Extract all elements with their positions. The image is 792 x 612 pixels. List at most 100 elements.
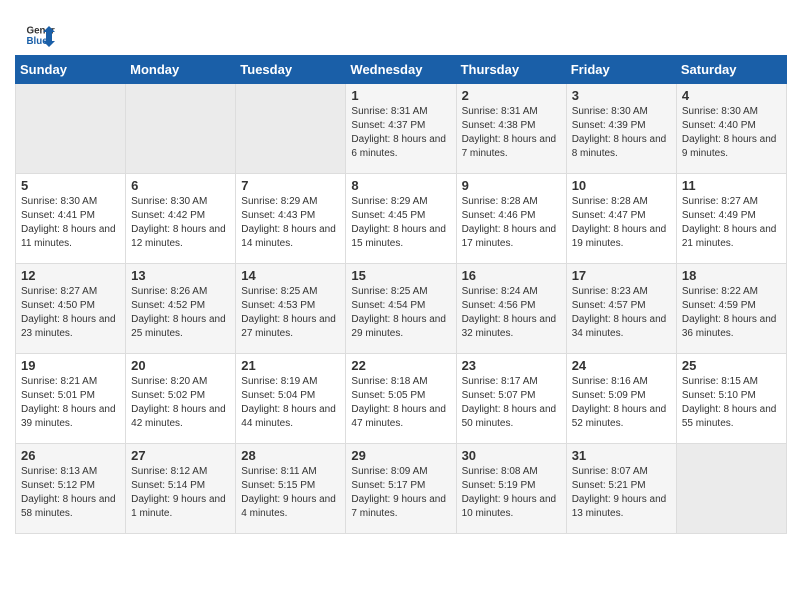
day-number: 10 (572, 178, 671, 193)
day-number: 25 (682, 358, 781, 373)
day-number: 12 (21, 268, 120, 283)
day-number: 6 (131, 178, 230, 193)
calendar-cell (236, 84, 346, 174)
logo: General Blue (25, 20, 55, 50)
calendar-cell: 3 Sunrise: 8:30 AM Sunset: 4:39 PM Daylig… (566, 84, 676, 174)
day-number: 14 (241, 268, 340, 283)
day-number: 5 (21, 178, 120, 193)
calendar-cell: 21 Sunrise: 8:19 AM Sunset: 5:04 PM Dayli… (236, 354, 346, 444)
day-number: 1 (351, 88, 450, 103)
day-number: 9 (462, 178, 561, 193)
calendar-cell: 16 Sunrise: 8:24 AM Sunset: 4:56 PM Dayli… (456, 264, 566, 354)
day-info: Sunrise: 8:28 AM Sunset: 4:47 PM Dayligh… (572, 195, 671, 251)
day-info: Sunrise: 8:18 AM Sunset: 5:05 PM Dayligh… (351, 375, 450, 431)
calendar-week-2: 5 Sunrise: 8:30 AM Sunset: 4:41 PM Daylig… (16, 174, 787, 264)
calendar-cell: 13Sunrise: 8:26 AM Sunset: 4:52 PM Dayli… (126, 264, 236, 354)
calendar-cell: 10 Sunrise: 8:28 AM Sunset: 4:47 PM Dayli… (566, 174, 676, 264)
calendar-cell: 8Sunrise: 8:29 AM Sunset: 4:45 PM Daylig… (346, 174, 456, 264)
calendar-cell: 12 Sunrise: 8:27 AM Sunset: 4:50 PM Dayli… (16, 264, 126, 354)
day-number: 19 (21, 358, 120, 373)
calendar-week-3: 12 Sunrise: 8:27 AM Sunset: 4:50 PM Dayli… (16, 264, 787, 354)
day-number: 29 (351, 448, 450, 463)
calendar-cell: 31 Sunrise: 8:07 AM Sunset: 5:21 PM Dayli… (566, 444, 676, 534)
day-info: Sunrise: 8:09 AM Sunset: 5:17 PM Dayligh… (351, 465, 450, 521)
day-number: 23 (462, 358, 561, 373)
day-number: 11 (682, 178, 781, 193)
calendar-cell: 17 Sunrise: 8:23 AM Sunset: 4:57 PM Dayli… (566, 264, 676, 354)
calendar-cell: 28Sunrise: 8:11 AM Sunset: 5:15 PM Dayli… (236, 444, 346, 534)
calendar-cell: 27 Sunrise: 8:12 AM Sunset: 5:14 PM Dayli… (126, 444, 236, 534)
day-number: 31 (572, 448, 671, 463)
calendar-cell: 20 Sunrise: 8:20 AM Sunset: 5:02 PM Dayli… (126, 354, 236, 444)
calendar-cell: 11 Sunrise: 8:27 AM Sunset: 4:49 PM Dayli… (676, 174, 786, 264)
day-info: Sunrise: 8:30 AM Sunset: 4:39 PM Dayligh… (572, 105, 671, 161)
calendar: SundayMondayTuesdayWednesdayThursdayFrid… (15, 55, 787, 534)
header: General Blue (10, 10, 782, 55)
day-number: 21 (241, 358, 340, 373)
day-info: Sunrise: 8:12 AM Sunset: 5:14 PM Dayligh… (131, 465, 230, 521)
day-number: 22 (351, 358, 450, 373)
day-number: 2 (462, 88, 561, 103)
day-number: 24 (572, 358, 671, 373)
day-info: Sunrise: 8:25 AM Sunset: 4:54 PM Dayligh… (351, 285, 450, 341)
day-info: Sunrise: 8:24 AM Sunset: 4:56 PM Dayligh… (462, 285, 561, 341)
weekday-header-wednesday: Wednesday (346, 56, 456, 84)
day-info: Sunrise: 8:23 AM Sunset: 4:57 PM Dayligh… (572, 285, 671, 341)
calendar-cell: 2 Sunrise: 8:31 AM Sunset: 4:38 PM Daylig… (456, 84, 566, 174)
day-number: 16 (462, 268, 561, 283)
day-info: Sunrise: 8:29 AM Sunset: 4:43 PM Dayligh… (241, 195, 340, 251)
day-number: 20 (131, 358, 230, 373)
calendar-cell: 15 Sunrise: 8:25 AM Sunset: 4:54 PM Dayli… (346, 264, 456, 354)
weekday-header-sunday: Sunday (16, 56, 126, 84)
logo-icon: General Blue (25, 20, 55, 50)
weekday-header-thursday: Thursday (456, 56, 566, 84)
calendar-cell: 18 Sunrise: 8:22 AM Sunset: 4:59 PM Dayli… (676, 264, 786, 354)
day-number: 3 (572, 88, 671, 103)
calendar-cell: 1 Sunrise: 8:31 AM Sunset: 4:37 PM Daylig… (346, 84, 456, 174)
day-info: Sunrise: 8:31 AM Sunset: 4:38 PM Dayligh… (462, 105, 561, 161)
calendar-cell: 19 Sunrise: 8:21 AM Sunset: 5:01 PM Dayli… (16, 354, 126, 444)
calendar-cell (676, 444, 786, 534)
day-info: Sunrise: 8:29 AM Sunset: 4:45 PM Dayligh… (351, 195, 450, 251)
day-number: 18 (682, 268, 781, 283)
day-info: Sunrise: 8:30 AM Sunset: 4:40 PM Dayligh… (682, 105, 781, 161)
weekday-header-friday: Friday (566, 56, 676, 84)
weekday-header-row: SundayMondayTuesdayWednesdayThursdayFrid… (16, 56, 787, 84)
calendar-cell: 26Sunrise: 8:13 AM Sunset: 5:12 PM Dayli… (16, 444, 126, 534)
day-info: Sunrise: 8:31 AM Sunset: 4:37 PM Dayligh… (351, 105, 450, 161)
day-info: Sunrise: 8:16 AM Sunset: 5:09 PM Dayligh… (572, 375, 671, 431)
weekday-header-monday: Monday (126, 56, 236, 84)
day-info: Sunrise: 8:21 AM Sunset: 5:01 PM Dayligh… (21, 375, 120, 431)
day-number: 28 (241, 448, 340, 463)
day-info: Sunrise: 8:13 AM Sunset: 5:12 PM Dayligh… (21, 465, 120, 521)
day-number: 4 (682, 88, 781, 103)
day-info: Sunrise: 8:22 AM Sunset: 4:59 PM Dayligh… (682, 285, 781, 341)
calendar-cell: 23 Sunrise: 8:17 AM Sunset: 5:07 PM Dayli… (456, 354, 566, 444)
calendar-cell: 7 Sunrise: 8:29 AM Sunset: 4:43 PM Daylig… (236, 174, 346, 264)
day-info: Sunrise: 8:08 AM Sunset: 5:19 PM Dayligh… (462, 465, 561, 521)
day-number: 15 (351, 268, 450, 283)
day-info: Sunrise: 8:30 AM Sunset: 4:41 PM Dayligh… (21, 195, 120, 251)
day-info: Sunrise: 8:25 AM Sunset: 4:53 PM Dayligh… (241, 285, 340, 341)
calendar-cell: 6 Sunrise: 8:30 AM Sunset: 4:42 PM Daylig… (126, 174, 236, 264)
calendar-cell (126, 84, 236, 174)
weekday-header-tuesday: Tuesday (236, 56, 346, 84)
day-info: Sunrise: 8:30 AM Sunset: 4:42 PM Dayligh… (131, 195, 230, 251)
day-number: 7 (241, 178, 340, 193)
day-number: 27 (131, 448, 230, 463)
day-info: Sunrise: 8:15 AM Sunset: 5:10 PM Dayligh… (682, 375, 781, 431)
calendar-week-4: 19 Sunrise: 8:21 AM Sunset: 5:01 PM Dayli… (16, 354, 787, 444)
calendar-cell: 25 Sunrise: 8:15 AM Sunset: 5:10 PM Dayli… (676, 354, 786, 444)
day-number: 17 (572, 268, 671, 283)
day-info: Sunrise: 8:20 AM Sunset: 5:02 PM Dayligh… (131, 375, 230, 431)
calendar-cell: 5 Sunrise: 8:30 AM Sunset: 4:41 PM Daylig… (16, 174, 126, 264)
day-number: 30 (462, 448, 561, 463)
calendar-cell: 22 Sunrise: 8:18 AM Sunset: 5:05 PM Dayli… (346, 354, 456, 444)
day-info: Sunrise: 8:17 AM Sunset: 5:07 PM Dayligh… (462, 375, 561, 431)
calendar-cell (16, 84, 126, 174)
calendar-cell: 9Sunrise: 8:28 AM Sunset: 4:46 PM Daylig… (456, 174, 566, 264)
day-info: Sunrise: 8:19 AM Sunset: 5:04 PM Dayligh… (241, 375, 340, 431)
day-info: Sunrise: 8:07 AM Sunset: 5:21 PM Dayligh… (572, 465, 671, 521)
day-info: Sunrise: 8:27 AM Sunset: 4:50 PM Dayligh… (21, 285, 120, 341)
day-info: Sunrise: 8:27 AM Sunset: 4:49 PM Dayligh… (682, 195, 781, 251)
